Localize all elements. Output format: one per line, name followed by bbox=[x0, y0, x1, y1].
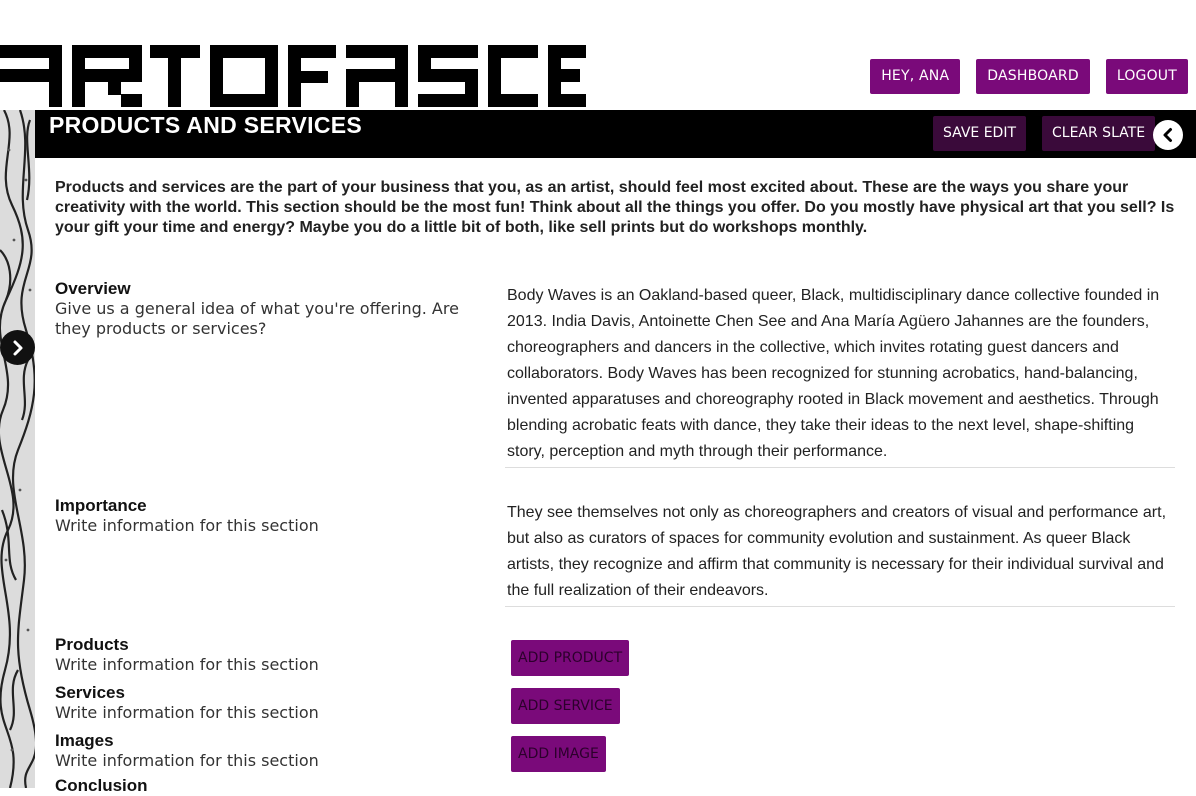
top-nav: HEY, ANA DASHBOARD LOGOUT bbox=[870, 59, 1188, 94]
overview-heading: Overview bbox=[55, 279, 131, 298]
conclusion-label: Conclusion bbox=[55, 776, 495, 796]
decorative-pattern bbox=[0, 110, 35, 788]
section-header-bar: PRODUCTS AND SERVICES SAVE EDIT CLEAR SL… bbox=[35, 110, 1196, 158]
services-heading: Services bbox=[55, 683, 125, 702]
chevron-right-icon bbox=[13, 340, 22, 355]
importance-heading: Importance bbox=[55, 496, 147, 515]
add-service-button[interactable]: ADD SERVICE bbox=[511, 688, 620, 724]
logo-wordmark bbox=[0, 45, 586, 107]
services-hint: Write information for this section bbox=[55, 703, 319, 722]
page-title: PRODUCTS AND SERVICES bbox=[49, 112, 363, 138]
overview-hint: Give us a general idea of what you're of… bbox=[55, 299, 459, 338]
importance-label: Importance Write information for this se… bbox=[55, 496, 495, 536]
conclusion-heading: Conclusion bbox=[55, 776, 148, 795]
overview-label: Overview Give us a general idea of what … bbox=[55, 279, 495, 339]
importance-hint: Write information for this section bbox=[55, 516, 319, 535]
sidebar-toggle-button[interactable] bbox=[0, 330, 35, 365]
add-image-button[interactable]: ADD IMAGE bbox=[511, 736, 606, 772]
importance-answer[interactable]: They see themselves not only as choreogr… bbox=[505, 500, 1175, 607]
products-heading: Products bbox=[55, 635, 129, 654]
overview-answer[interactable]: Body Waves is an Oakland-based queer, Bl… bbox=[505, 283, 1175, 468]
decorative-side-strip bbox=[0, 110, 35, 788]
add-product-button[interactable]: ADD PRODUCT bbox=[511, 640, 630, 676]
images-heading: Images bbox=[55, 731, 114, 750]
logo bbox=[0, 45, 586, 107]
back-button[interactable] bbox=[1153, 120, 1183, 150]
save-edit-button[interactable]: SAVE EDIT bbox=[933, 116, 1027, 151]
images-hint: Write information for this section bbox=[55, 751, 319, 770]
clear-slate-button[interactable]: CLEAR SLATE bbox=[1042, 116, 1156, 151]
logout-button[interactable]: LOGOUT bbox=[1105, 59, 1188, 94]
services-label: Services Write information for this sect… bbox=[55, 683, 495, 723]
products-hint: Write information for this section bbox=[55, 655, 319, 674]
user-greeting-button[interactable]: HEY, ANA bbox=[870, 59, 961, 94]
dashboard-button[interactable]: DASHBOARD bbox=[976, 59, 1090, 94]
products-label: Products Write information for this sect… bbox=[55, 635, 495, 675]
section-intro: Products and services are the part of yo… bbox=[55, 179, 1175, 236]
images-label: Images Write information for this sectio… bbox=[55, 731, 495, 771]
chevron-left-icon bbox=[1163, 128, 1172, 142]
